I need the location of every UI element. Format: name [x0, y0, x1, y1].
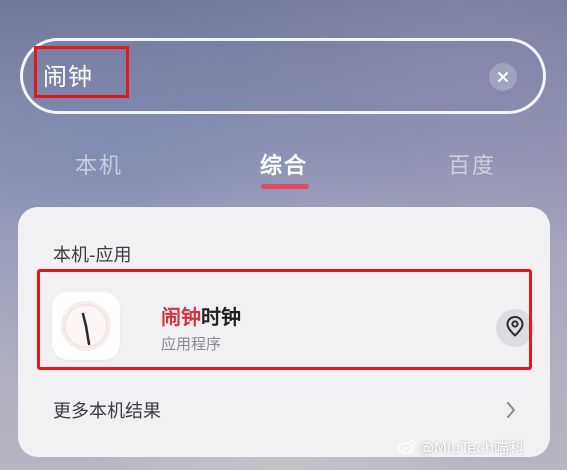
- tab-baidu[interactable]: 百度: [448, 148, 496, 180]
- watermark: @MiuTech喵科: [398, 437, 524, 458]
- active-tab-indicator: [261, 184, 309, 189]
- more-local-results[interactable]: 更多本机结果: [18, 393, 550, 433]
- annotation-box-result: [37, 269, 532, 370]
- chevron-right-icon: [504, 399, 518, 425]
- tab-all[interactable]: 综合: [260, 148, 308, 180]
- close-icon: [497, 68, 509, 87]
- weibo-icon: [398, 438, 416, 458]
- annotation-box-search: [34, 46, 129, 98]
- watermark-text: @MiuTech喵科: [419, 439, 525, 457]
- search-tabs: 本机 综合 百度: [0, 148, 567, 198]
- section-title: 本机-应用: [53, 245, 132, 266]
- more-results-label: 更多本机结果: [53, 401, 161, 422]
- clear-search-button[interactable]: [489, 63, 517, 91]
- tab-local[interactable]: 本机: [75, 148, 123, 180]
